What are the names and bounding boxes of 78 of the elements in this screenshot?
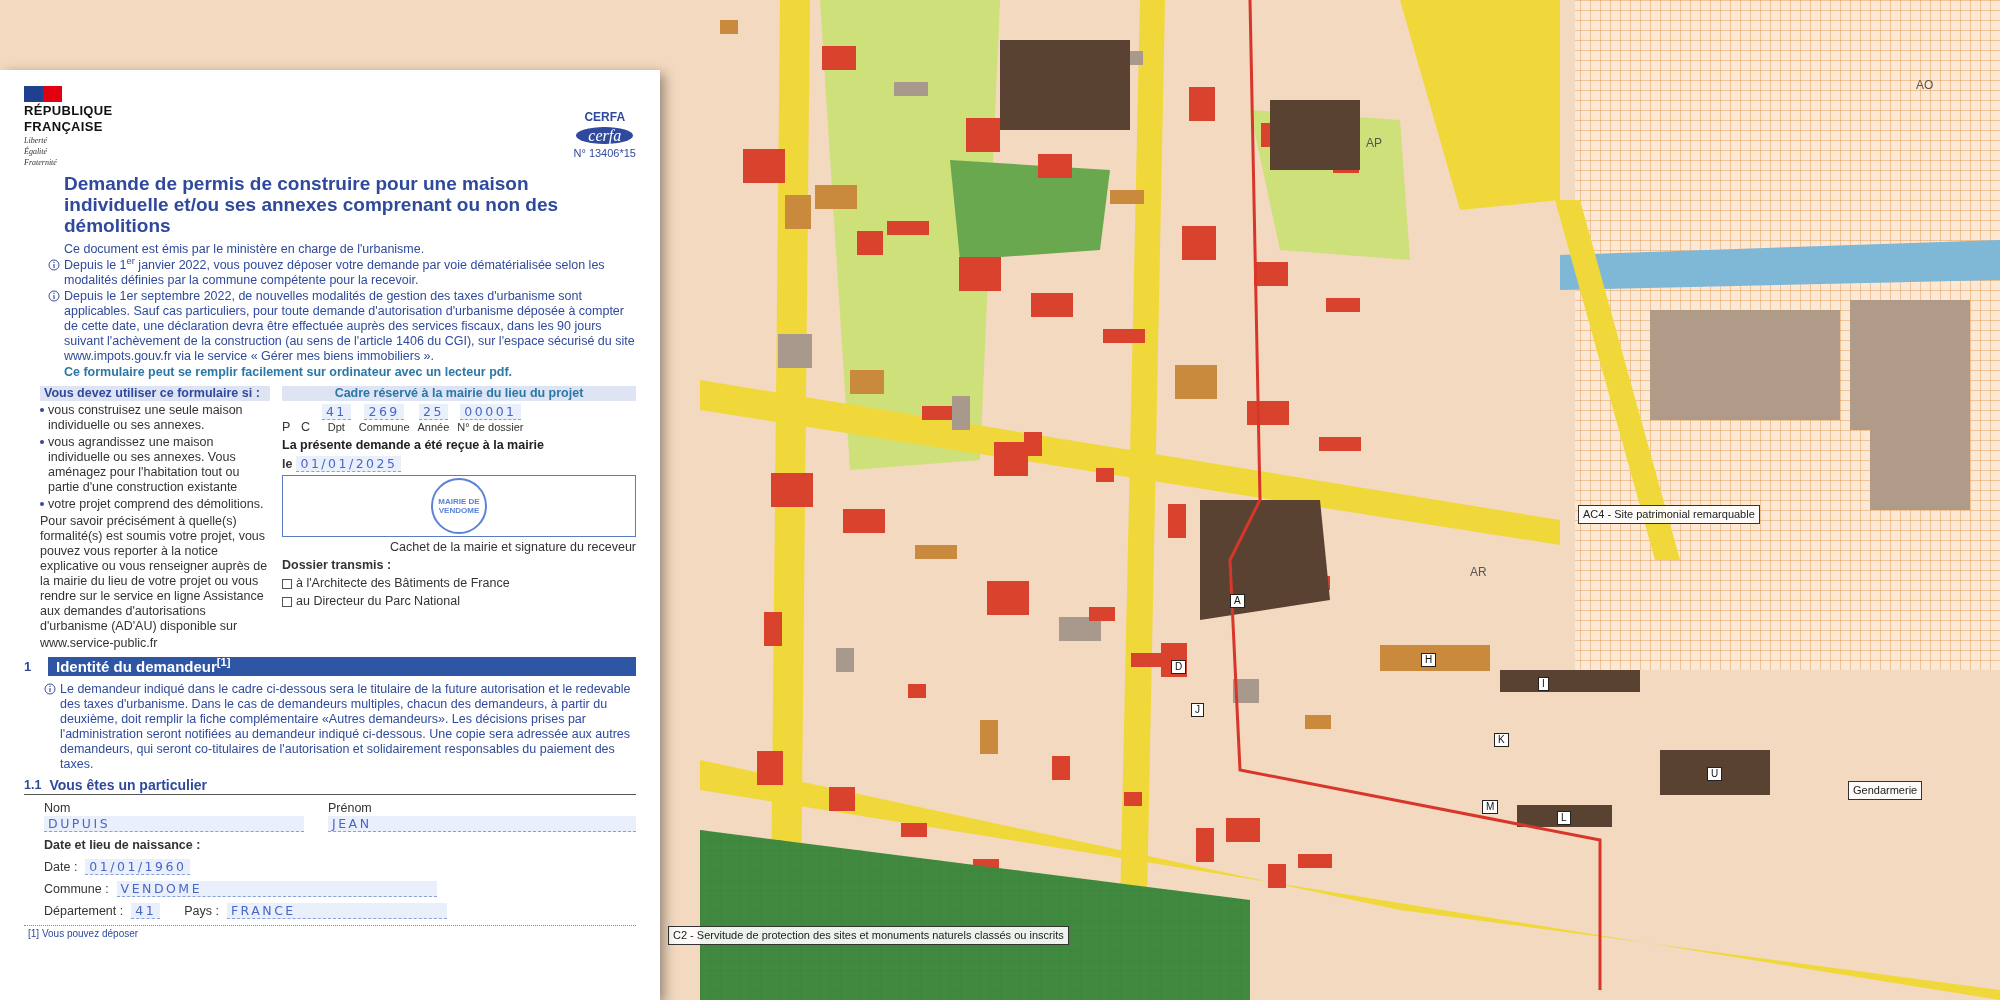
motto-text: Liberté [24,136,49,145]
usage-item: vous construisez une seule maison individuelle ou ses annexes. [48,403,244,433]
usage-item: votre projet comprend des démolitions. [48,497,264,512]
received-text: La présente demande a été reçue à la mairie [282,438,545,453]
map-label: L [1557,811,1571,825]
pc-number-field: 25 [419,404,448,420]
footnote-text: [1] Vous pouvez déposer [24,925,636,941]
field-label: Département : [44,904,124,919]
motto-text: Égalité [24,147,49,156]
bullet-icon [40,440,44,444]
field-label: Nom [44,801,72,816]
info-icon [48,290,60,302]
mairie-stamp: MAIRIE DE VENDOME [431,478,487,534]
intro-text: Ce document est émis par le ministère en charge de l'urbanisme. [63,242,426,257]
transmitted-label: Dossier transmis : [282,558,393,573]
checkbox-label: à l'Architecte des Bâtiments de France [296,576,510,591]
service-link[interactable]: www.service-public.fr [40,636,270,651]
field-label: Pays : [184,904,219,919]
map-label: AC4 - Site patrimonial remarquable [1578,505,1760,524]
pc-number-field: 41 [321,404,351,420]
pc-part-label: N° de dossier [457,420,524,435]
info-icon [44,683,56,695]
name-field: DUPUIS [44,816,304,832]
department-field: 41 [131,903,161,919]
field-label: Prénom [328,801,373,816]
section-text: Le demandeur indiqué dans le cadre ci-dessous sera le titulaire de la future autorisation et le redevable des taxes d'urbanisme. Dans le cas de demandeurs multiples, chacun des demandeurs, à partir du deuxième, doit remplir la fiche complémentaire «Autres demandeurs». Les décisions prises par l'administration seront notifiées au demandeur indiqué ci-dessous. Une copie sera adressée aux autres demandeurs, qui seront co-titulaires de l'autorisation et solidairement responsables du paiement des taxes. [60,682,632,772]
section-header: Identité du demandeur$^{[1]}$ [48,657,636,676]
map-label: AP [1366,135,1382,152]
first-name-field: JEAN [328,816,636,832]
map-label: J [1191,703,1204,717]
map-label: A [1230,594,1245,608]
checkbox[interactable] [282,596,292,607]
map-label: AR [1470,564,1487,581]
map-label: I [1538,677,1549,691]
date-prefix: le [282,457,293,472]
info-icon [48,259,60,271]
bullet-icon [40,408,44,412]
section-number: 1 [24,659,33,674]
pc-part-label: Dpt [327,420,345,435]
pc-part-label: Année [417,420,450,435]
map-label: D [1171,660,1187,674]
map-label: H [1421,653,1437,667]
checkbox[interactable] [282,578,292,589]
map-label: AO [1916,77,1934,94]
intro-text: Depuis le 1$^{er}$ janvier 2022, vous pouvez déposer votre demande par voie dématérialisée selon les modalités définies par la commune compétente pour la recevoir. [64,258,606,288]
intro-text: Depuis le 1er septembre 2022, de nouvelles modalités de gestion des taxes d'urbanisme sont applicables. Sauf cas particuliers, pour toute demande d'autorisation d'urbanisme déposée à compter de cette date, une déclaration devra être effectuée auprès des services fiscaux, dans les 90 jours suivant l'achèvement de la construction (au sens de l'article 1406 du CGI), sur l'espace sécurisé du site www.impots.gouv.fr via le service « Gérer mes biens immobiliers ». [64,289,636,364]
checkbox-label: au Directeur du Parc National [296,594,460,609]
flag-logo [24,86,62,102]
pc-part-label: Commune [358,420,410,435]
birth-heading: Date et lieu de naissance : [43,838,202,853]
map-label: Gendarmerie [1848,781,1923,800]
map-label: K [1494,733,1509,747]
commune-field: VENDOME [116,881,437,897]
field-label: Commune : [44,882,109,897]
subsection-number: 1.1 [24,778,42,793]
map-label: C2 - Servitude de protection des sites et monuments naturels classés ou inscrits [668,926,1069,945]
motto-text: Fraternité [24,158,58,167]
cerfa-label: CERFA [584,110,626,125]
bullet-icon [40,502,44,506]
reserved-heading: Cadre réservé à la mairie du lieu du projet [282,386,636,401]
map-label: U [1707,767,1723,781]
form-title: Demande de permis de construire pour une maison individuelle et/ou ses annexes comprenant ou non des démolitions [63,173,560,236]
pc-prefix: P C [282,420,314,435]
note-text: Ce formulaire peut se remplir facilement sur ordinateur avec un lecteur pdf. [63,365,514,380]
brand-text: FRANÇAISE [24,120,104,134]
form-number: N° 13406*15 [573,146,636,161]
country-field: FRANCE [226,903,447,919]
received-date-field: 01/01/2025 [296,456,402,472]
cerfa-logo: cerfa [576,127,634,144]
brand-text: RÉPUBLIQUE [24,104,113,118]
subsection-title: Vous êtes un particulier [49,778,208,793]
pc-number-field: 00001 [460,404,521,420]
pc-number-field: 269 [364,404,404,420]
usage-heading: Vous devez utiliser ce formulaire si : [40,386,270,401]
field-label: Date : [44,860,78,875]
birth-date-field: 01/01/1960 [85,859,191,875]
stamp-caption: Cachet de la mairie et signature du receveur [389,540,636,555]
map-label: M [1482,800,1499,814]
